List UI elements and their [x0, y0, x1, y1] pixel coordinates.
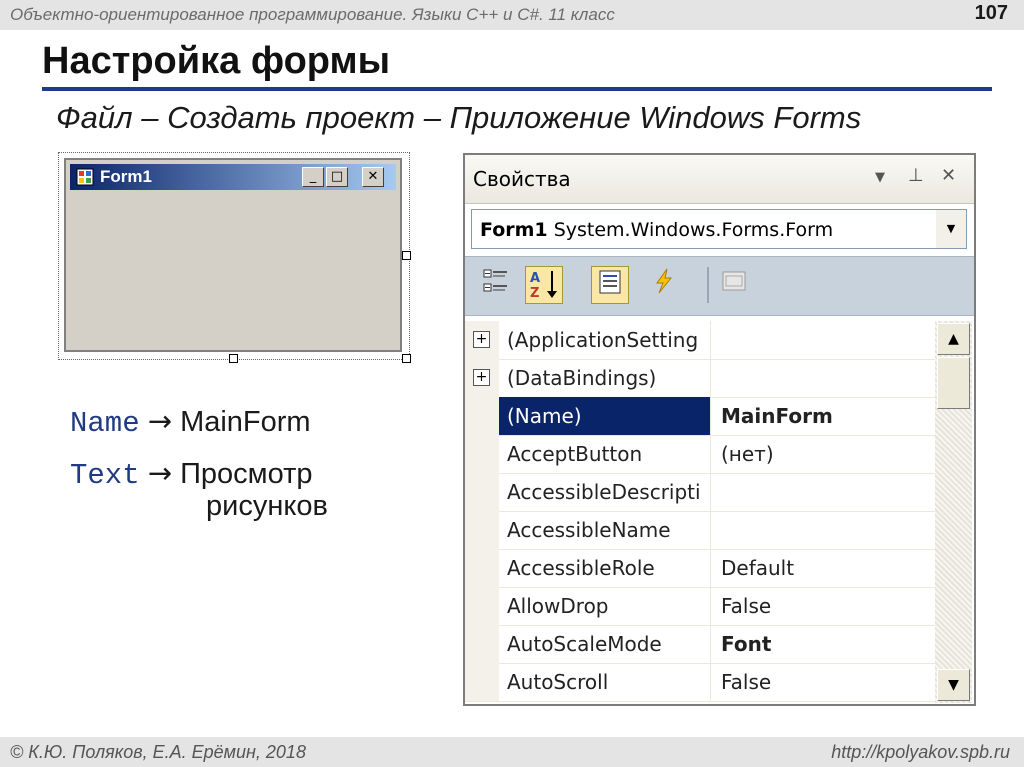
svg-text:Z: Z [530, 286, 539, 301]
name-value: MainForm [180, 406, 311, 438]
name-key: Name [70, 407, 140, 440]
object-name: Form1 [480, 219, 548, 241]
property-value[interactable] [713, 511, 933, 549]
properties-header: Свойства ▼ ⊥ ✕ [465, 155, 974, 204]
scroll-thumb[interactable] [937, 357, 970, 409]
alphabetical-icon[interactable]: A Z [525, 266, 563, 304]
property-row-selected[interactable]: (Name) MainForm [465, 397, 935, 436]
text-value-line2: рисунков [206, 490, 328, 522]
property-name: AllowDrop [499, 587, 711, 625]
property-name: (DataBindings) [499, 359, 711, 397]
property-name: (ApplicationSetting [499, 321, 711, 359]
events-icon[interactable] [645, 266, 683, 304]
expand-icon[interactable]: + [473, 331, 490, 348]
page-number: 107 [974, 2, 1008, 24]
toolbar-separator [707, 267, 709, 303]
footer-bar: © К.Ю. Поляков, Е.А. Ерёмин, 2018 http:/… [0, 737, 1024, 767]
property-row[interactable]: AcceptButton (нет) [465, 435, 935, 474]
vertical-scrollbar[interactable]: ▲ ▼ [935, 321, 972, 703]
header-bar: Объектно-ориентированное программировани… [0, 0, 1024, 30]
property-name: AutoScroll [499, 663, 711, 701]
course-title: Объектно-ориентированное программировани… [10, 5, 615, 24]
row-gutter [465, 625, 499, 663]
property-value[interactable] [713, 321, 933, 359]
property-name: AccessibleName [499, 511, 711, 549]
property-row[interactable]: AllowDrop False [465, 587, 935, 626]
property-name: (Name) [499, 397, 711, 435]
slide-subtitle: Файл – Создать проект – Приложение Windo… [56, 100, 862, 135]
property-value[interactable]: MainForm [713, 397, 933, 435]
row-gutter [465, 435, 499, 473]
dropdown-icon[interactable]: ▼ [875, 170, 885, 185]
property-value[interactable]: Default [713, 549, 933, 587]
property-pages-icon[interactable] [715, 266, 753, 304]
properties-title: Свойства [473, 167, 571, 191]
categorized-icon[interactable] [477, 266, 515, 304]
object-type: System.Windows.Forms.Form [553, 219, 834, 241]
row-gutter: + [465, 359, 499, 397]
arrow-icon: → [147, 456, 172, 490]
footer-url[interactable]: http://kpolyakov.spb.ru [831, 742, 1010, 763]
property-row[interactable]: + (ApplicationSetting [465, 321, 935, 360]
resize-handle-corner[interactable] [402, 354, 411, 363]
property-value[interactable]: False [713, 587, 933, 625]
row-gutter: + [465, 321, 499, 359]
property-name: AccessibleDescripti [499, 473, 711, 511]
properties-toolbar: A Z [465, 256, 974, 316]
close-icon[interactable]: ✕ [941, 165, 956, 186]
form-title-bar[interactable]: Form1 _ □ ✕ [70, 164, 396, 190]
property-value[interactable] [713, 359, 933, 397]
text-value-line1: Просмотр [180, 458, 313, 490]
designer-form-window[interactable]: Form1 _ □ ✕ [64, 158, 402, 352]
object-selector[interactable]: Form1 System.Windows.Forms.Form ▼ [471, 209, 967, 249]
form-window-icon [76, 168, 94, 186]
property-row[interactable]: AccessibleRole Default [465, 549, 935, 588]
maximize-button[interactable]: □ [326, 167, 348, 187]
property-value[interactable]: (нет) [713, 435, 933, 473]
property-value[interactable] [713, 473, 933, 511]
scroll-down-icon[interactable]: ▼ [937, 669, 970, 701]
expand-icon[interactable]: + [473, 369, 490, 386]
row-gutter [465, 511, 499, 549]
property-row[interactable]: AutoScaleMode Font [465, 625, 935, 664]
row-gutter [465, 549, 499, 587]
resize-handle-right[interactable] [402, 251, 411, 260]
name-setting: Name → MainForm [70, 404, 311, 440]
text-key: Text [70, 459, 140, 492]
minimize-button[interactable]: _ [302, 167, 324, 187]
row-gutter [465, 663, 499, 701]
row-gutter [465, 587, 499, 625]
chevron-down-icon[interactable]: ▼ [936, 210, 966, 248]
properties-window: Свойства ▼ ⊥ ✕ Form1 System.Windows.Form… [463, 153, 976, 706]
property-row[interactable]: + (DataBindings) [465, 359, 935, 398]
svg-text:A: A [530, 271, 540, 286]
object-selector-value: Form1 System.Windows.Forms.Form [480, 219, 833, 241]
form-title: Form1 [100, 167, 152, 186]
footer-authors: © К.Ю. Поляков, Е.А. Ерёмин, 2018 [10, 742, 306, 762]
property-row[interactable]: AutoScroll False [465, 663, 935, 702]
text-setting: Text → Просмотр [70, 456, 313, 492]
property-name: AccessibleRole [499, 549, 711, 587]
property-row[interactable]: AccessibleName [465, 511, 935, 550]
resize-handle-bottom[interactable] [229, 354, 238, 363]
property-name: AutoScaleMode [499, 625, 711, 663]
row-gutter [465, 473, 499, 511]
close-button[interactable]: ✕ [362, 167, 384, 187]
title-underline [42, 87, 992, 91]
property-value[interactable]: False [713, 663, 933, 701]
property-value[interactable]: Font [713, 625, 933, 663]
slide-title: Настройка формы [42, 40, 391, 82]
property-name: AcceptButton [499, 435, 711, 473]
row-gutter [465, 397, 499, 435]
pin-icon[interactable]: ⊥ [908, 165, 924, 186]
properties-icon[interactable] [591, 266, 629, 304]
scroll-up-icon[interactable]: ▲ [937, 323, 970, 355]
property-row[interactable]: AccessibleDescripti [465, 473, 935, 512]
arrow-icon: → [147, 404, 172, 438]
